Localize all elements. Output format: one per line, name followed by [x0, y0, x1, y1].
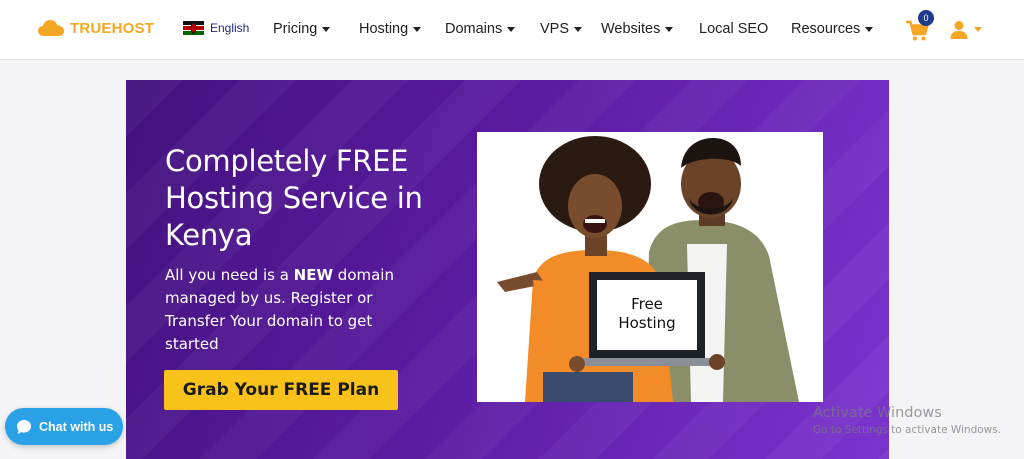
people-with-laptop-illustration: Free Hosting [477, 132, 823, 402]
cloud-logo-icon [38, 20, 64, 36]
grab-free-plan-button[interactable]: Grab Your FREE Plan [164, 370, 398, 410]
kenya-flag-icon [183, 21, 204, 35]
nav-vps[interactable]: VPS [540, 19, 583, 39]
nav-vps-label: VPS [540, 21, 570, 37]
nav-domains-label: Domains [445, 21, 503, 37]
nav-websites-label: Websites [601, 21, 661, 37]
hero-description-prefix: All you need is a [165, 266, 294, 284]
cart-count-badge: 0 [918, 10, 934, 26]
laptop-screen-line2: Hosting [618, 314, 675, 332]
hero-title: Completely FREE Hosting Service in Kenya [165, 144, 423, 252]
nav-resources[interactable]: Resources [791, 19, 874, 39]
chevron-down-icon [413, 26, 422, 32]
hero-description-bold: NEW [293, 266, 334, 284]
chat-widget-button[interactable]: Chat with us [5, 408, 123, 445]
nav-local-seo-label: Local SEO [699, 21, 769, 37]
chevron-down-icon [865, 26, 874, 32]
user-icon [950, 20, 968, 39]
hero-description: All you need is a NEW domain managed by … [165, 264, 405, 356]
chevron-down-icon [574, 26, 583, 32]
top-navbar: TRUEHOST English Pricing Hosting Domains… [0, 0, 1024, 60]
nav-resources-label: Resources [791, 21, 861, 37]
nav-pricing-label: Pricing [273, 21, 318, 37]
nav-hosting-label: Hosting [359, 21, 409, 37]
nav-domains[interactable]: Domains [445, 19, 516, 39]
user-account-menu[interactable] [950, 17, 990, 41]
cart-button[interactable]: 0 [906, 10, 934, 42]
hero-photo: Free Hosting [477, 132, 823, 402]
laptop-screen-line1: Free [631, 295, 663, 313]
nav-websites[interactable]: Websites [601, 19, 674, 39]
language-selector[interactable]: English [183, 21, 249, 35]
hero-banner: Completely FREE Hosting Service in Kenya… [126, 80, 889, 459]
chevron-down-icon [665, 26, 674, 32]
nav-local-seo[interactable]: Local SEO [699, 19, 768, 39]
chevron-down-icon [507, 26, 516, 32]
chevron-down-icon [974, 26, 982, 32]
nav-pricing[interactable]: Pricing [273, 19, 331, 39]
brand-logo[interactable]: TRUEHOST [38, 16, 154, 40]
language-label: English [210, 21, 250, 35]
chevron-down-icon [322, 26, 331, 32]
chat-label: Chat with us [39, 419, 114, 434]
chat-bubble-icon [17, 419, 31, 434]
nav-hosting[interactable]: Hosting [359, 19, 422, 39]
brand-name: TRUEHOST [70, 19, 155, 37]
